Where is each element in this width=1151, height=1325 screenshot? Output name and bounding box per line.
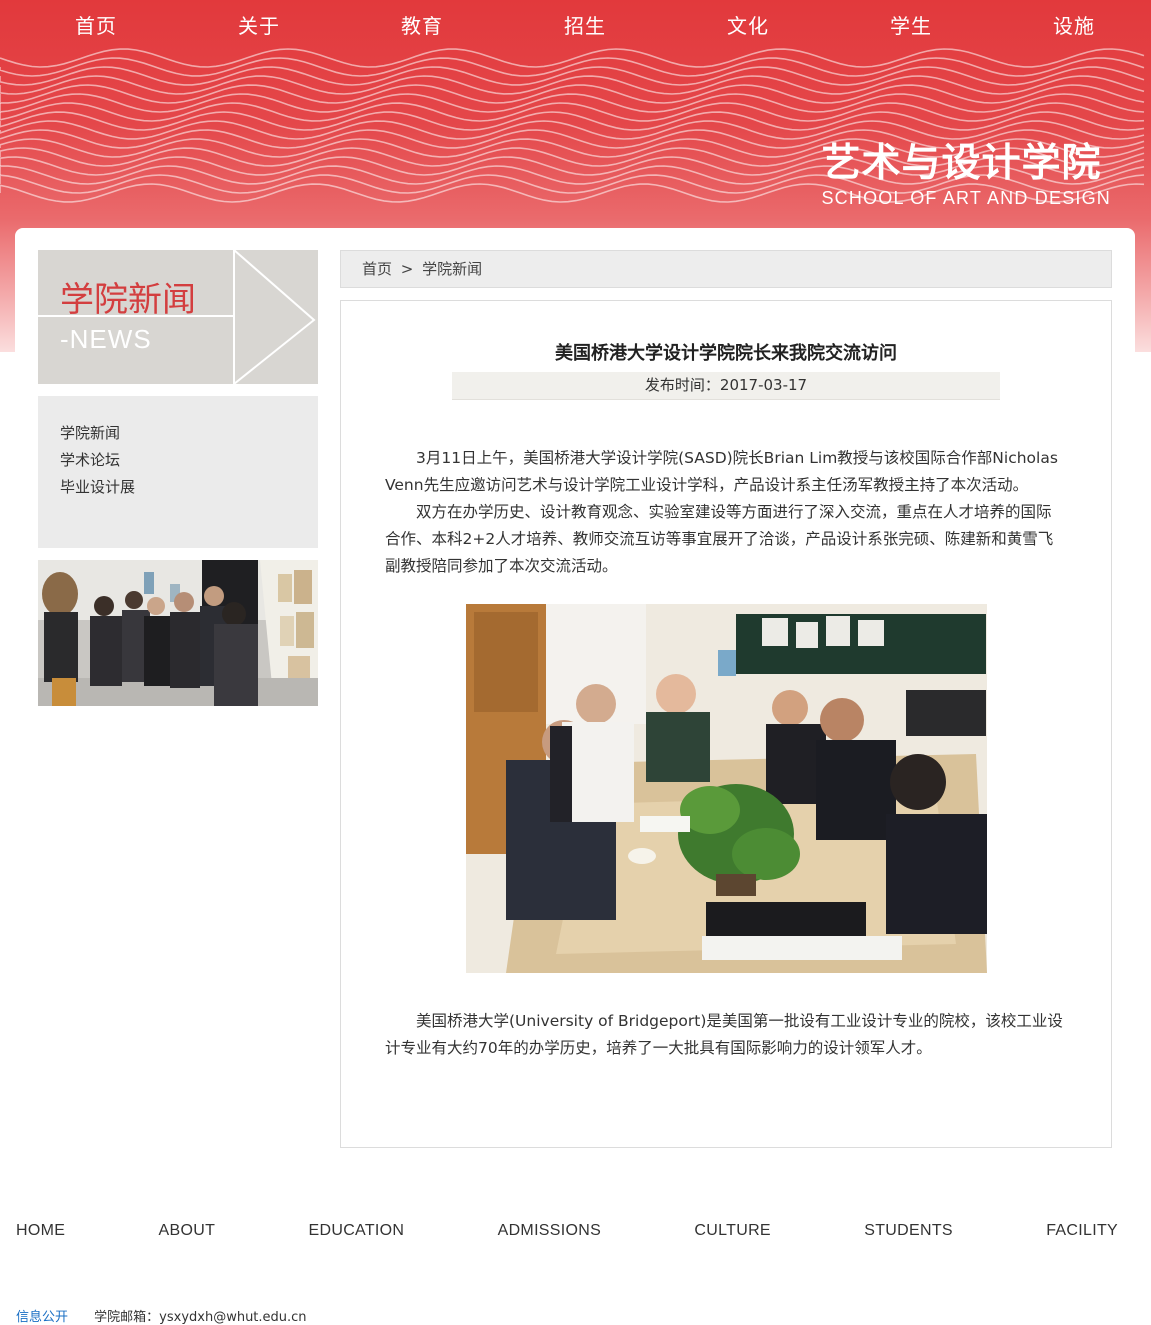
footer-nav-education[interactable]: EDUCATION	[309, 1222, 405, 1246]
top-nav-admissions[interactable]: 招生	[564, 10, 606, 44]
top-nav-facility[interactable]: 设施	[1053, 10, 1095, 44]
top-nav-students[interactable]: 学生	[890, 10, 932, 44]
wave-line	[0, 66, 1145, 86]
school-logo[interactable]: 艺术与设计学院 SCHOOL OF ART AND DESIGN	[821, 142, 1111, 209]
article-body-closing: 美国桥港大学(University of Bridgeport)是美国第一批设有…	[385, 1008, 1065, 1062]
sidebar-subtitle: -NEWS	[60, 324, 152, 354]
sidebar-menu: 学院新闻 学术论坛 毕业设计展	[38, 396, 318, 548]
article-body: 3月11日上午，美国桥港大学设计学院(SASD)院长Brian Lim教授与该校…	[385, 445, 1065, 580]
article-date: 发布时间：2017-03-17	[452, 372, 1000, 400]
footer-nav: HOME ABOUT EDUCATION ADMISSIONS CULTURE …	[16, 1222, 1118, 1246]
sidebar-item-graduation-exhibition[interactable]: 毕业设计展	[60, 474, 318, 501]
footer-nav-admissions[interactable]: ADMISSIONS	[498, 1222, 601, 1246]
breadcrumb: 首页 > 学院新闻	[340, 250, 1112, 288]
top-nav: 首页 关于 教育 招生 文化 学生 设施	[15, 10, 1135, 44]
article-title: 美国桥港大学设计学院院长来我院交流访问	[555, 343, 897, 364]
top-nav-education[interactable]: 教育	[401, 10, 443, 44]
sidebar-title-block: 学院新闻 -NEWS	[38, 250, 318, 384]
college-email: 学院邮箱：ysxydxh@whut.edu.cn	[94, 1310, 307, 1325]
top-nav-about[interactable]: 关于	[238, 10, 280, 44]
info-disclosure-link[interactable]: 信息公开	[16, 1310, 68, 1325]
sidebar-photo	[38, 560, 318, 706]
footer-nav-home[interactable]: HOME	[16, 1222, 65, 1246]
breadcrumb-separator: >	[400, 260, 414, 278]
article-paragraph: 3月11日上午，美国桥港大学设计学院(SASD)院长Brian Lim教授与该校…	[385, 449, 1058, 494]
footer-nav-culture[interactable]: CULTURE	[694, 1222, 770, 1246]
sidebar-title: 学院新闻	[60, 280, 196, 320]
article-photo	[466, 604, 987, 973]
top-nav-home[interactable]: 首页	[75, 10, 117, 44]
sidebar-item-academic-forum[interactable]: 学术论坛	[60, 447, 318, 474]
footer-nav-about[interactable]: ABOUT	[159, 1222, 216, 1246]
article-container: 美国桥港大学设计学院院长来我院交流访问 发布时间：2017-03-17 3月11…	[340, 300, 1112, 1148]
footer-nav-students[interactable]: STUDENTS	[864, 1222, 953, 1246]
school-name-en: SCHOOL OF ART AND DESIGN	[821, 188, 1111, 208]
footer-nav-facility[interactable]: FACILITY	[1046, 1222, 1118, 1246]
breadcrumb-home[interactable]: 首页	[362, 260, 392, 278]
footer-info: 信息公开 学院邮箱：ysxydxh@whut.edu.cn	[16, 1306, 307, 1325]
top-nav-culture[interactable]: 文化	[727, 10, 769, 44]
breadcrumb-current[interactable]: 学院新闻	[422, 260, 482, 278]
sidebar-item-college-news[interactable]: 学院新闻	[60, 420, 318, 447]
article-paragraph: 双方在办学历史、设计教育观念、实验室建设等方面进行了深入交流，重点在人才培养的国…	[385, 503, 1054, 575]
article-paragraph: 美国桥港大学(University of Bridgeport)是美国第一批设有…	[385, 1012, 1063, 1057]
school-name-cn: 艺术与设计学院	[821, 141, 1102, 186]
